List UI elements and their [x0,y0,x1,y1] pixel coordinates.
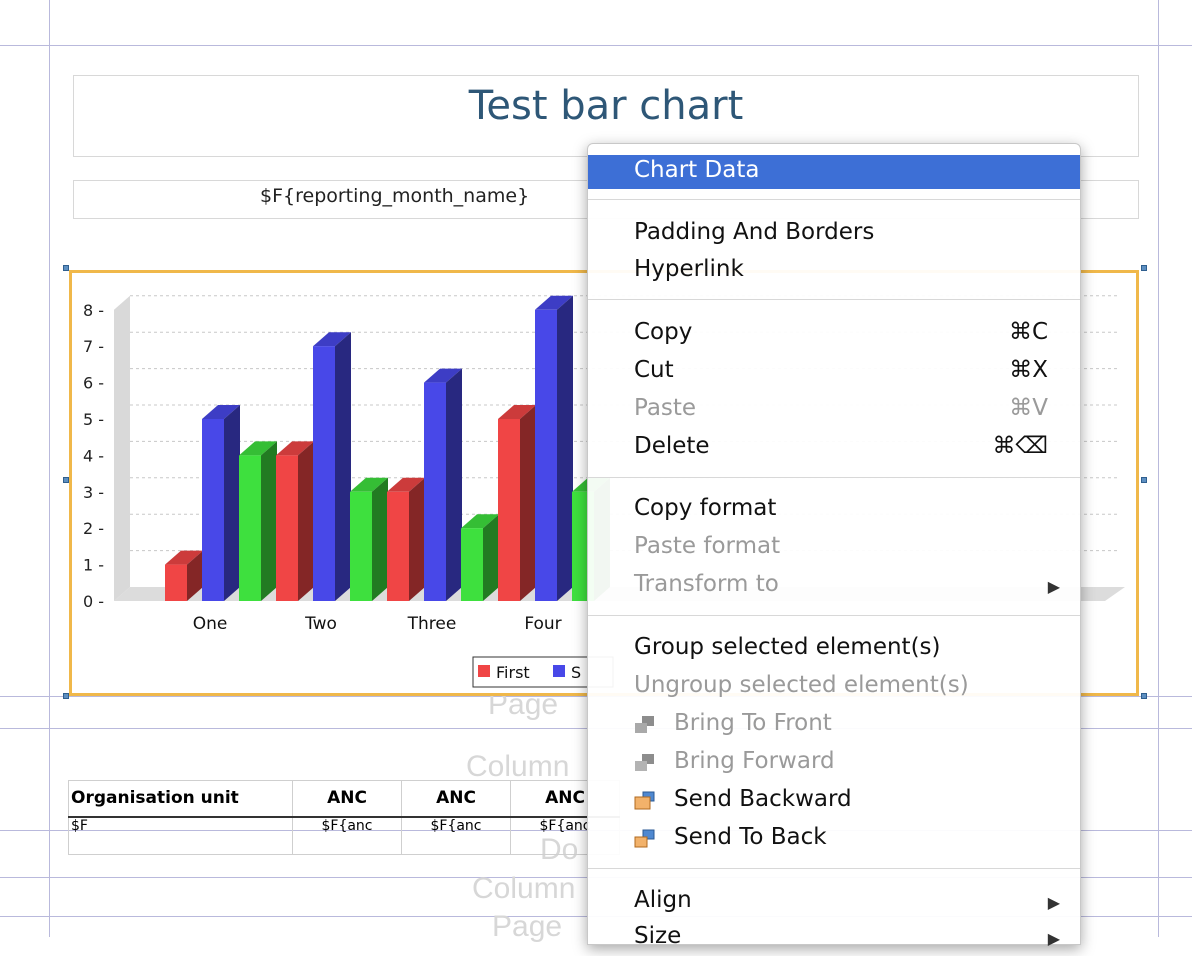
bar-side [298,441,314,601]
y-tick-label: 1 - [83,556,104,575]
bar [350,491,372,601]
y-tick-label: 3 - [83,483,104,502]
legend-swatch [478,665,490,677]
menu-item-label: Transform to [634,571,779,597]
menu-item-group[interactable]: Group selected element(s) [588,631,1080,667]
x-tick-label: One [193,614,228,634]
menu-item-label: Size [634,923,682,949]
bar [424,382,446,601]
row-cell: $F{anc [401,816,511,855]
y-tick-label: 6 - [83,374,104,393]
menu-item-copy[interactable]: Copy ⌘C [588,316,1080,352]
menu-item-label: Send Backward [674,786,852,812]
send-backward-icon [634,791,655,810]
menu-item-label: Send To Back [674,824,827,850]
bar [202,419,224,601]
bar-side [557,295,573,601]
bring-forward-icon [635,754,654,771]
menu-item-label: Chart Data [634,157,760,183]
bar-side [261,441,277,601]
header-cell: Organisation unit [68,780,293,818]
menu-item-label: Delete [634,433,710,459]
bar-side [335,332,351,601]
menu-separator [588,615,1080,616]
menu-separator [588,868,1080,869]
menu-item-hyperlink[interactable]: Hyperlink [588,253,1080,289]
bar [239,455,261,601]
menu-item-ungroup: Ungroup selected element(s) [588,669,1080,705]
menu-item-bring-forward: Bring Forward [588,745,1080,781]
menu-item-copy-format[interactable]: Copy format [588,492,1080,528]
menu-shortcut: ⌘V [1009,395,1048,421]
header-cell: ANC [401,780,511,818]
menu-item-label: Ungroup selected element(s) [634,672,969,698]
menu-item-send-backward[interactable]: Send Backward [588,783,1080,819]
legend-label: S [571,663,581,682]
y-tick-label: 8 - [83,301,104,320]
menu-shortcut: ⌘⌫ [992,433,1048,459]
context-menu: Chart Data Padding And Borders Hyperlink… [587,143,1081,949]
legend-label: First [496,663,530,682]
menu-item-label: Cut [634,357,674,383]
bar [313,346,335,601]
menu-shortcut: ⌘X [1009,357,1048,383]
menu-item-padding-borders[interactable]: Padding And Borders [588,216,1080,252]
bring-to-front-icon [635,716,654,733]
row-cell: $F{anc [292,816,402,855]
bar [387,491,409,601]
menu-item-label: Hyperlink [634,256,744,282]
send-to-back-icon [634,829,655,848]
menu-item-label: Bring To Front [674,710,832,736]
y-tick-label: 0 - [83,592,104,611]
bar [498,419,520,601]
bar [276,455,298,601]
submenu-arrow-icon: ▶ [1047,577,1060,596]
menu-item-send-to-back[interactable]: Send To Back [588,821,1080,857]
data-table: Organisation unit ANC ANC ANC $F $F{anc … [68,780,620,855]
menu-item-label: Group selected element(s) [634,634,941,660]
x-tick-label: Three [407,614,457,634]
row-cell: $F [68,816,293,855]
bar-side [372,477,388,601]
x-tick-label: Four [524,614,561,634]
menu-separator [588,477,1080,478]
submenu-arrow-icon: ▶ [1047,929,1060,948]
bar-side [224,405,240,601]
menu-item-size[interactable]: Size ▶ [588,920,1080,956]
menu-item-bring-to-front: Bring To Front [588,707,1080,743]
bar-side [446,368,462,601]
x-tick-label: Two [304,614,337,634]
menu-item-paste-format: Paste format [588,530,1080,566]
y-tick-label: 4 - [83,446,104,465]
bar [535,309,557,601]
bar [165,564,187,601]
y-tick-label: 2 - [83,519,104,538]
bar-side [409,477,425,601]
header-cell: ANC [292,780,402,818]
menu-item-paste: Paste ⌘V [588,392,1080,428]
menu-item-delete[interactable]: Delete ⌘⌫ [588,430,1080,466]
menu-shortcut: ⌘C [1008,319,1048,345]
menu-item-cut[interactable]: Cut ⌘X [588,354,1080,390]
y-tick-label: 5 - [83,410,104,429]
bar-side [483,514,499,601]
menu-item-label: Copy [634,319,693,345]
bar [461,528,483,601]
submenu-arrow-icon: ▶ [1047,893,1060,912]
menu-item-label: Copy format [634,495,777,521]
bar-side [520,405,536,601]
menu-item-label: Paste format [634,533,781,559]
chart-side-wall [114,295,130,601]
menu-item-label: Paste [634,395,697,421]
menu-item-label: Align [634,887,692,913]
menu-item-label: Bring Forward [674,748,835,774]
menu-item-transform-to: Transform to ▶ [588,568,1080,604]
menu-item-label: Padding And Borders [634,219,875,245]
menu-separator [588,299,1080,300]
menu-item-align[interactable]: Align ▶ [588,884,1080,920]
menu-separator [588,199,1080,200]
y-tick-label: 7 - [83,337,104,356]
menu-item-chart-data[interactable]: Chart Data [588,155,1080,189]
legend-swatch [553,665,565,677]
